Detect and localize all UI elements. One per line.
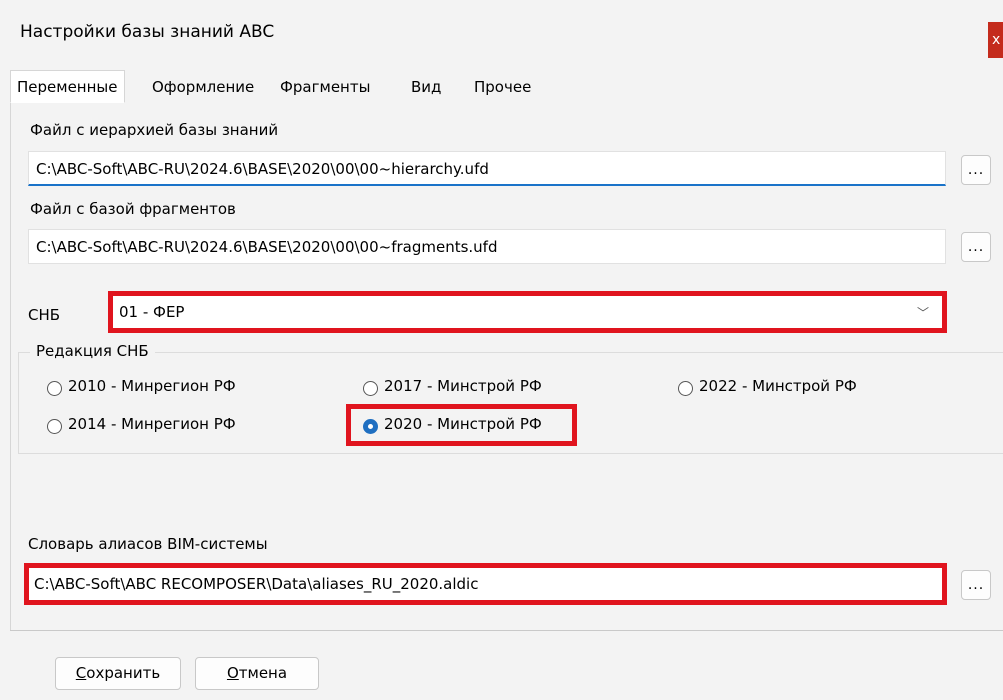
edition-group-label: Редакция СНБ bbox=[30, 342, 155, 360]
radio-2020[interactable] bbox=[363, 419, 378, 434]
radio-2014[interactable] bbox=[47, 419, 62, 434]
radio-2017[interactable] bbox=[363, 381, 378, 396]
snb-select-value: 01 - ФЕР bbox=[119, 303, 185, 321]
save-button-mnemonic: С bbox=[75, 664, 87, 682]
tab-fragments[interactable]: Фрагменты bbox=[280, 74, 370, 100]
hierarchy-file-input[interactable]: C:\ABC-Soft\ABC-RU\2024.6\BASE\2020\00\0… bbox=[28, 151, 946, 186]
tab-view[interactable]: Вид bbox=[411, 74, 441, 100]
cancel-button-label: тмена bbox=[238, 664, 288, 682]
aliases-input-value: C:\ABC-Soft\ABC RECOMPOSER\Data\aliases_… bbox=[34, 575, 479, 593]
radio-2022[interactable] bbox=[678, 381, 693, 396]
tab-design[interactable]: Оформление bbox=[152, 74, 254, 100]
hierarchy-file-label: Файл с иерархией базы знаний bbox=[30, 121, 279, 139]
aliases-browse-button[interactable]: ... bbox=[961, 570, 991, 600]
save-button[interactable]: Сохранить bbox=[55, 657, 181, 690]
aliases-input[interactable]: C:\ABC-Soft\ABC RECOMPOSER\Data\aliases_… bbox=[24, 563, 947, 605]
radio-2010-label[interactable]: 2010 - Минрегион РФ bbox=[68, 377, 236, 395]
radio-2014-label[interactable]: 2014 - Минрегион РФ bbox=[68, 415, 236, 433]
snb-select[interactable]: 01 - ФЕР bbox=[108, 291, 947, 333]
panel-bottom-border bbox=[10, 630, 1003, 631]
aliases-label: Словарь алиасов BIM-системы bbox=[28, 535, 268, 553]
fragments-file-label: Файл с базой фрагментов bbox=[30, 200, 236, 218]
radio-2010[interactable] bbox=[47, 381, 62, 396]
radio-2020-label[interactable]: 2020 - Минстрой РФ bbox=[384, 415, 542, 433]
close-button[interactable]: x bbox=[988, 22, 1003, 58]
hierarchy-browse-button[interactable]: ... bbox=[961, 155, 991, 185]
tab-variables[interactable]: Переменные bbox=[10, 70, 125, 103]
close-icon: x bbox=[992, 32, 1001, 48]
window-title: Настройки базы знаний ABC bbox=[20, 22, 275, 42]
cancel-button[interactable]: Отмена bbox=[195, 657, 319, 690]
fragments-file-input[interactable]: C:\ABC-Soft\ABC-RU\2024.6\BASE\2020\00\0… bbox=[28, 229, 946, 264]
cancel-button-mnemonic: О bbox=[226, 664, 239, 682]
radio-2022-label[interactable]: 2022 - Минстрой РФ bbox=[699, 377, 857, 395]
snb-label: СНБ bbox=[28, 306, 61, 324]
fragments-browse-button[interactable]: ... bbox=[961, 232, 991, 262]
radio-2017-label[interactable]: 2017 - Минстрой РФ bbox=[384, 377, 542, 395]
tab-other[interactable]: Прочее bbox=[474, 74, 531, 100]
chevron-down-icon: ﹀ bbox=[917, 306, 930, 320]
save-button-label: охранить bbox=[86, 664, 161, 682]
